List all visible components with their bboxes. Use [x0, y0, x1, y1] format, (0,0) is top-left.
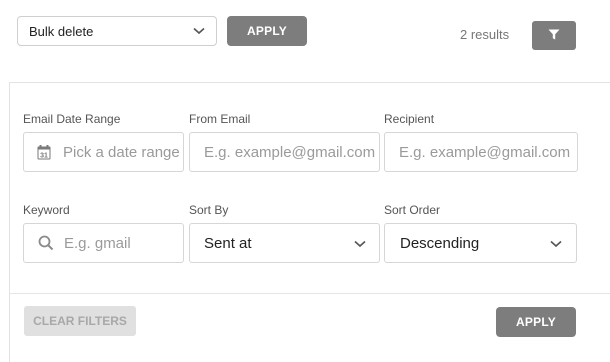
- calendar-icon: 31: [37, 144, 51, 160]
- filter-icon: [548, 27, 560, 45]
- results-count: 2 results: [460, 27, 510, 42]
- chevron-down-icon: [550, 235, 562, 252]
- panel-divider: [9, 293, 610, 294]
- apply-filters-button[interactable]: APPLY: [496, 307, 576, 337]
- sort-by-label: Sort By: [189, 203, 229, 217]
- date-range-placeholder: Pick a date range: [63, 143, 180, 161]
- from-email-label: From Email: [189, 112, 251, 126]
- sort-order-select[interactable]: Descending: [384, 223, 577, 263]
- email-date-range-label: Email Date Range: [23, 112, 121, 126]
- bulk-action-select[interactable]: Bulk delete: [17, 16, 217, 46]
- keyword-label: Keyword: [23, 203, 70, 217]
- apply-bulk-button[interactable]: APPLY: [227, 16, 307, 46]
- chevron-down-icon: [192, 24, 206, 38]
- recipient-field[interactable]: E.g. example@gmail.com: [384, 132, 578, 172]
- sort-order-label: Sort Order: [384, 203, 441, 217]
- recipient-label: Recipient: [384, 112, 435, 126]
- bulk-action-selected: Bulk delete: [29, 23, 94, 39]
- clear-filters-button[interactable]: CLEAR FILTERS: [24, 306, 136, 336]
- from-email-placeholder: E.g. example@gmail.com: [204, 143, 376, 161]
- sort-order-value: Descending: [400, 234, 480, 252]
- date-range-field[interactable]: 31 Pick a date range: [23, 132, 184, 172]
- sort-by-select[interactable]: Sent at: [189, 223, 380, 263]
- from-email-field[interactable]: E.g. example@gmail.com: [189, 132, 380, 172]
- chevron-down-icon: [354, 235, 366, 252]
- recipient-placeholder: E.g. example@gmail.com: [399, 143, 571, 161]
- sort-by-value: Sent at: [204, 234, 252, 252]
- filter-toggle-button[interactable]: [532, 21, 576, 50]
- calendar-day-number: 31: [40, 152, 48, 159]
- search-icon: [38, 235, 54, 251]
- keyword-field[interactable]: E.g. gmail: [23, 223, 184, 263]
- keyword-placeholder: E.g. gmail: [64, 234, 131, 252]
